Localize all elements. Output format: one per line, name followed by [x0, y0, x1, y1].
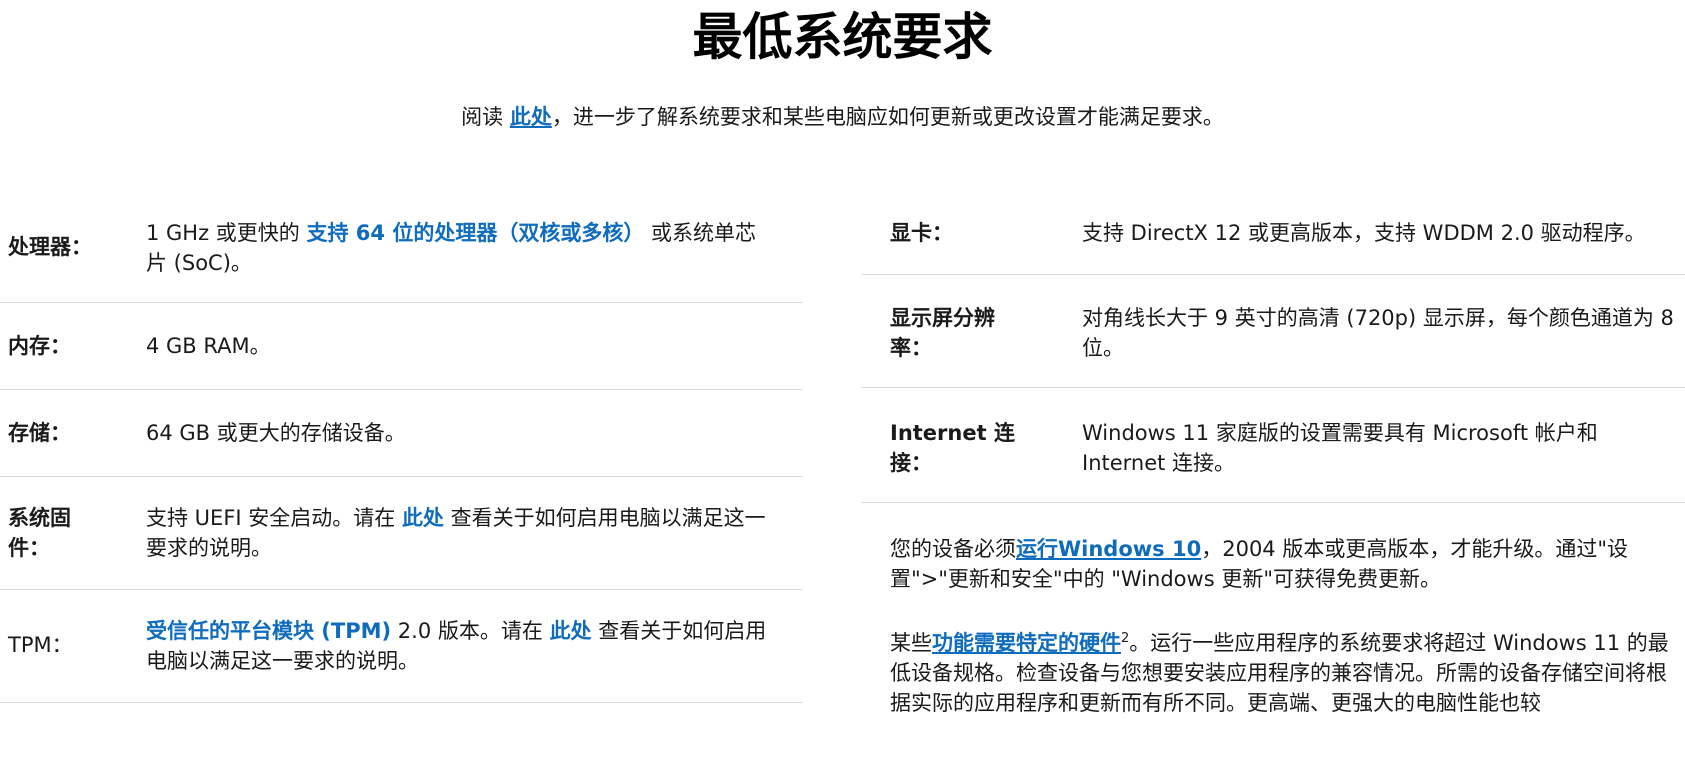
requirements-right-column: 显卡： 支持 DirectX 12 或更高版本，支持 WDDM 2.0 驱动程序…	[862, 210, 1685, 715]
requirement-row-memory: 内存： 4 GB RAM。	[0, 303, 802, 390]
requirement-label: TPM：	[8, 633, 73, 657]
requirement-value: Windows 11 家庭版的设置需要具有 Microsoft 帐户和 Inte…	[1082, 421, 1598, 475]
intro-suffix: ，进一步了解系统要求和某些电脑应如何更新或更改设置才能满足要求。	[551, 105, 1224, 129]
tpm-here-link[interactable]: 此处	[550, 619, 592, 643]
requirement-label: 显卡：	[890, 221, 953, 245]
requirement-row-tpm: TPM： 受信任的平台模块 (TPM) 2.0 版本。请在 此处 查看关于如何启…	[0, 590, 802, 703]
note-text: 您的设备必须	[890, 537, 1016, 561]
requirement-row-processor: 处理器： 1 GHz 或更快的 支持 64 位的处理器（双核或多核） 或系统单芯…	[0, 210, 802, 303]
requirement-label: 处理器：	[8, 235, 92, 259]
value-text: 1 GHz 或更快的	[146, 221, 307, 245]
firmware-here-link[interactable]: 此处	[402, 506, 444, 530]
requirement-value: 支持 UEFI 安全启动。请在 此处 查看关于如何启用电脑以满足这一要求的说明。	[146, 503, 776, 563]
requirement-value: 1 GHz 或更快的 支持 64 位的处理器（双核或多核） 或系统单芯片 (So…	[146, 218, 776, 278]
requirement-label: 显示屏分辨率：	[890, 306, 995, 360]
requirement-row-storage: 存储： 64 GB 或更大的存储设备。	[0, 390, 802, 477]
requirement-row-internet: Internet 连接： Windows 11 家庭版的设置需要具有 Micro…	[862, 388, 1685, 503]
run-windows10-link[interactable]: 运行Windows 10	[1016, 537, 1201, 561]
intro-text: 阅读 此处，进一步了解系统要求和某些电脑应如何更新或更改设置才能满足要求。	[0, 102, 1685, 132]
requirements-left-column: 处理器： 1 GHz 或更快的 支持 64 位的处理器（双核或多核） 或系统单芯…	[0, 210, 802, 703]
requirement-label: Internet 连接：	[890, 421, 1015, 475]
requirement-value: 4 GB RAM。	[146, 334, 271, 358]
requirement-label: 系统固件：	[8, 506, 71, 560]
tpm-link[interactable]: 受信任的平台模块 (TPM)	[146, 619, 391, 643]
requirement-row-graphics: 显卡： 支持 DirectX 12 或更高版本，支持 WDDM 2.0 驱动程序…	[862, 210, 1685, 275]
supported-processor-link[interactable]: 支持 64 位的处理器（双核或多核）	[306, 221, 644, 245]
intro-here-link[interactable]: 此处	[510, 105, 552, 129]
intro-prefix: 阅读	[461, 105, 510, 129]
requirement-value: 受信任的平台模块 (TPM) 2.0 版本。请在 此处 查看关于如何启用电脑以满…	[146, 616, 776, 676]
requirement-value: 支持 DirectX 12 或更高版本，支持 WDDM 2.0 驱动程序。	[1082, 221, 1646, 245]
note-text: 某些	[890, 631, 932, 655]
features-hardware-link[interactable]: 功能需要特定的硬件	[932, 631, 1121, 655]
features-note: 某些功能需要特定的硬件2。运行一些应用程序的系统要求将超过 Windows 11…	[890, 624, 1680, 718]
requirement-label: 存储：	[8, 421, 71, 445]
requirement-row-display: 显示屏分辨率： 对角线长大于 9 英寸的高清 (720p) 显示屏，每个颜色通道…	[862, 275, 1685, 388]
requirement-label: 内存：	[8, 334, 71, 358]
page-title: 最低系统要求	[692, 8, 993, 66]
requirement-value: 64 GB 或更大的存储设备。	[146, 421, 406, 445]
requirement-value: 对角线长大于 9 英寸的高清 (720p) 显示屏，每个颜色通道为 8 位。	[1082, 306, 1674, 360]
requirement-row-firmware: 系统固件： 支持 UEFI 安全启动。请在 此处 查看关于如何启用电脑以满足这一…	[0, 477, 802, 590]
value-text: 2.0 版本。请在	[391, 619, 550, 643]
upgrade-note: 您的设备必须运行Windows 10，2004 版本或更高版本，才能升级。通过"…	[890, 534, 1680, 594]
value-text: 支持 UEFI 安全启动。请在	[146, 506, 402, 530]
